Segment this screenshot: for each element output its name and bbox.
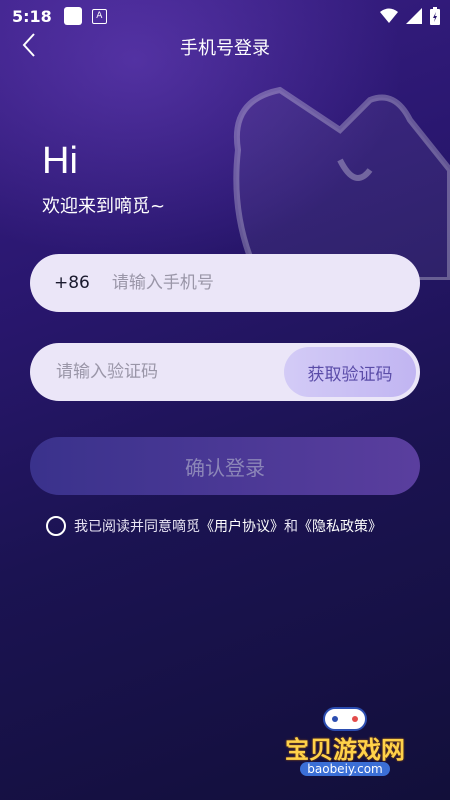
user-agreement-link[interactable]: 《用户协议》 [200,516,284,536]
status-time: 5:18 [12,6,52,26]
login-button[interactable]: 确认登录 [30,437,420,495]
get-code-button[interactable]: 获取验证码 [284,347,416,397]
app-a-icon: A [91,8,107,24]
status-icons [380,7,440,25]
notification-icon [63,7,82,25]
agree-radio[interactable] [46,516,66,536]
privacy-policy-link[interactable]: 《隐私政策》 [298,516,382,536]
gamepad-icon [323,707,367,731]
status-bar: 5:18 A [0,0,450,32]
watermark-logo: 宝贝游戏网 baobeiy.com [270,700,420,790]
page-title: 手机号登录 [180,38,270,59]
agreement-row: 我已阅读并同意嘀觅 《用户协议》 和 《隐私政策》 [46,516,382,536]
phone-field: +86 [30,254,420,312]
signal-icon [406,8,422,24]
welcome-text: 欢迎来到嘀觅~ [42,196,166,217]
watermark-url: baobeiy.com [300,762,390,776]
greeting-hi: Hi [42,140,78,182]
code-field: 获取验证码 [30,343,420,401]
agreement-and: 和 [284,519,298,535]
country-code[interactable]: +86 [54,273,90,293]
agreement-text: 我已阅读并同意嘀觅 [74,519,200,535]
battery-icon [430,7,440,25]
mascot-illustration [233,86,450,280]
phone-input[interactable] [109,272,420,294]
wifi-icon [380,8,398,23]
watermark-title: 宝贝游戏网 [285,736,405,764]
header: 手机号登录 [0,32,450,60]
